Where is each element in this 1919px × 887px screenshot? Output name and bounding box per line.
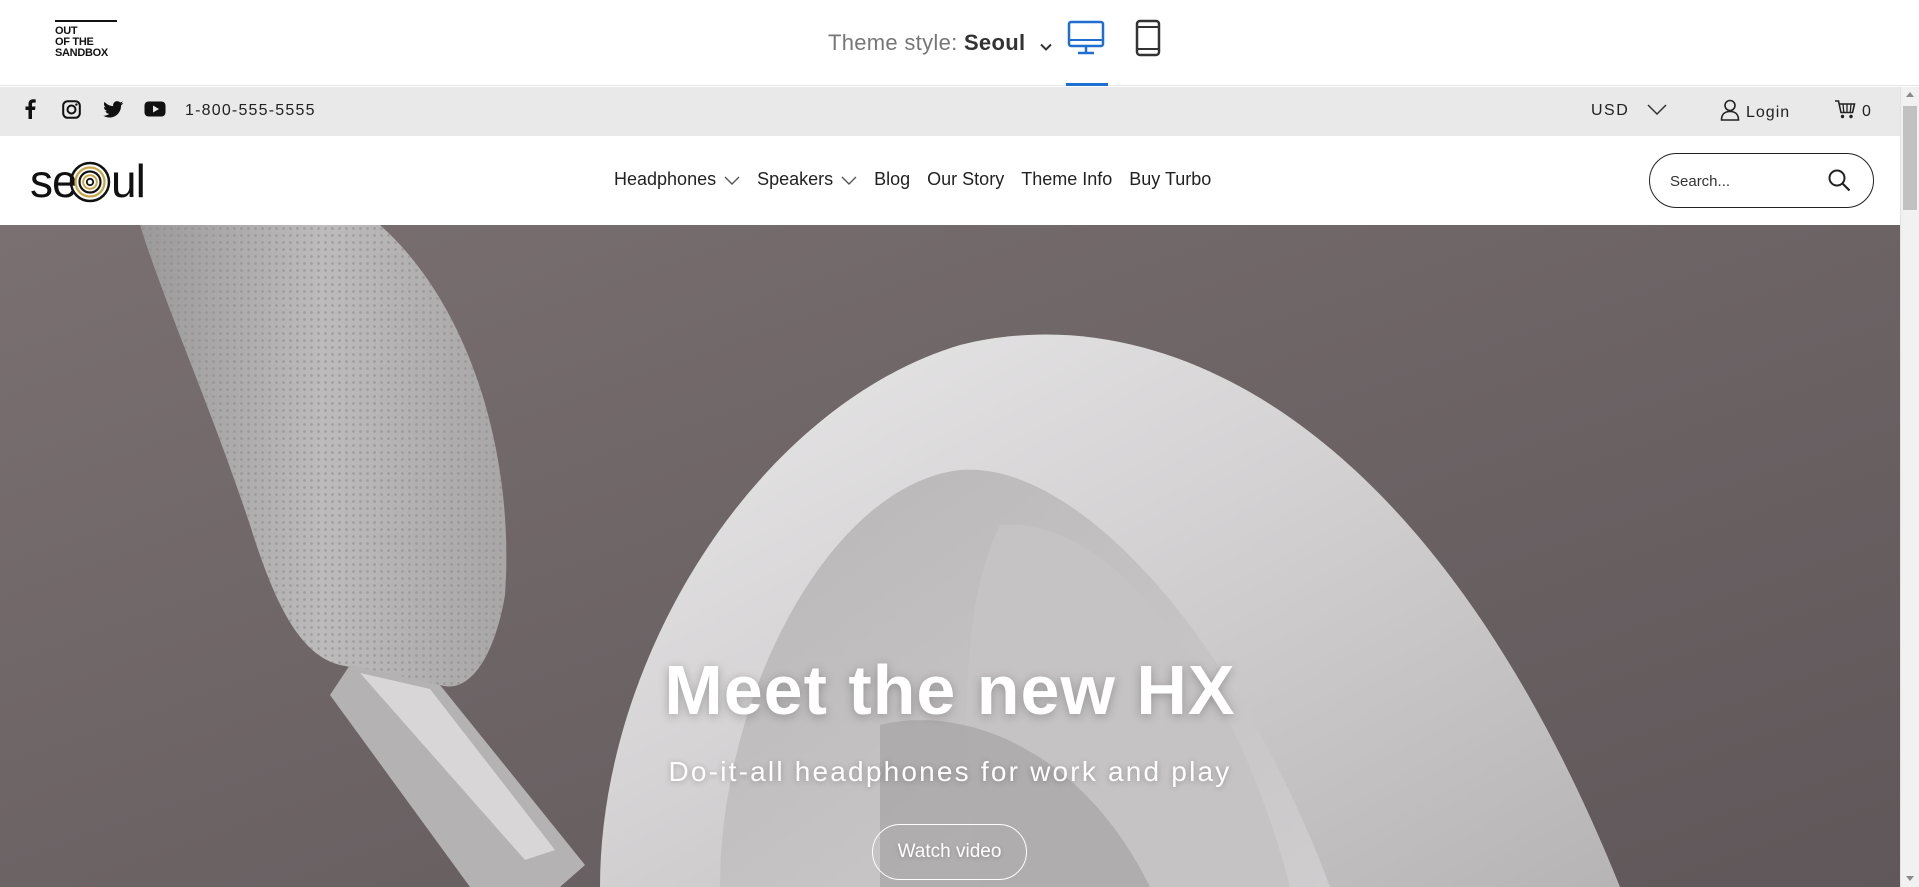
scrollbar-thumb[interactable] — [1903, 106, 1917, 210]
theme-style-label: Theme style: — [828, 30, 958, 55]
chevron-down-icon — [1040, 31, 1052, 57]
search-icon[interactable] — [1827, 168, 1851, 197]
nav-item-label: Headphones — [614, 169, 717, 189]
nav-item-label: Speakers — [757, 169, 834, 189]
nav-item-label: Theme Info — [1021, 169, 1113, 189]
theme-preview-bar: OUT OF THE SANDBOX Theme style: Seoul — [0, 0, 1919, 86]
logo-rule — [55, 20, 117, 22]
youtube-icon — [144, 101, 166, 122]
search-box[interactable] — [1649, 153, 1874, 208]
nav-item-speakers[interactable]: Speakers — [757, 169, 857, 190]
search-input[interactable] — [1670, 170, 1820, 192]
user-icon — [1720, 99, 1740, 126]
chevron-down-icon — [841, 169, 857, 190]
twitter-link[interactable] — [103, 87, 124, 136]
svg-text:ul: ul — [111, 155, 145, 207]
currency-selector[interactable]: USD — [1591, 102, 1667, 120]
page-scrollbar[interactable] — [1900, 87, 1919, 887]
facebook-icon — [24, 99, 36, 124]
login-label: Login — [1746, 103, 1791, 121]
cart-link[interactable]: 0 — [1834, 99, 1871, 124]
youtube-link[interactable] — [144, 87, 166, 136]
instagram-link[interactable] — [62, 87, 81, 136]
logo-line-3: SANDBOX — [55, 47, 108, 59]
chevron-down-icon — [724, 169, 740, 190]
watch-video-button[interactable]: Watch video — [872, 824, 1027, 880]
nav-item-our-story[interactable]: Our Story — [927, 169, 1004, 190]
login-link[interactable]: Login — [1720, 99, 1790, 126]
cart-count: 0 — [1862, 102, 1871, 120]
out-of-the-sandbox-logo[interactable]: OUT OF THE SANDBOX — [55, 20, 117, 62]
phone-number[interactable]: 1-800-555-5555 — [185, 102, 316, 120]
active-device-indicator — [1066, 83, 1108, 86]
theme-style-value: Seoul — [963, 30, 1026, 55]
instagram-icon — [62, 99, 81, 124]
nav-item-buy-turbo[interactable]: Buy Turbo — [1129, 169, 1211, 190]
utility-top-bar: 1-800-555-5555 USD Login 0 — [0, 87, 1900, 136]
svg-text:se: se — [30, 155, 77, 207]
site-header: se ul Headphones Speakers Blog Our Story The… — [0, 136, 1900, 225]
mobile-view-button[interactable] — [1126, 18, 1170, 62]
mobile-phone-icon — [1135, 19, 1161, 62]
hero-subtitle: Do-it-all headphones for work and play — [668, 756, 1232, 787]
desktop-view-button[interactable] — [1064, 18, 1108, 62]
hero-title: Meet the new HX — [664, 651, 1236, 729]
hero-banner: Meet the new HX Do-it-all headphones for… — [0, 225, 1900, 887]
nav-item-label: Blog — [874, 169, 911, 189]
scroll-down-arrow-icon[interactable] — [1906, 876, 1914, 881]
nav-item-label: Our Story — [927, 169, 1005, 189]
nav-item-headphones[interactable]: Headphones — [614, 169, 740, 190]
facebook-link[interactable] — [24, 87, 36, 136]
chevron-down-icon — [1647, 102, 1667, 120]
nav-item-theme-info[interactable]: Theme Info — [1021, 169, 1112, 190]
cart-icon — [1834, 99, 1856, 124]
nav-item-blog[interactable]: Blog — [874, 169, 910, 190]
main-navigation: Headphones Speakers Blog Our Story Theme Inf… — [614, 169, 1228, 190]
scroll-up-arrow-icon[interactable] — [1906, 92, 1914, 97]
theme-style-selector[interactable]: Theme style: Seoul — [828, 30, 1052, 57]
desktop-icon — [1067, 20, 1105, 61]
seoul-logo[interactable]: se ul — [30, 150, 160, 210]
nav-item-label: Buy Turbo — [1129, 169, 1212, 189]
twitter-icon — [103, 100, 124, 123]
currency-value: USD — [1591, 102, 1630, 119]
